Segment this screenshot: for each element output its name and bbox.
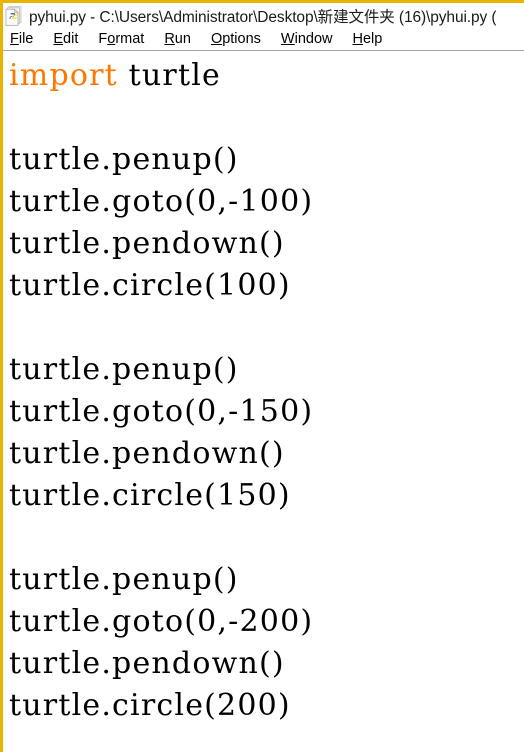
code-text: turtle.pendown() <box>9 226 285 261</box>
code-line: turtle.pendown() <box>9 643 524 685</box>
code-text: turtle.penup() <box>9 562 239 597</box>
menu-item-file[interactable]: File <box>10 32 33 47</box>
code-text: turtle.penup() <box>9 352 239 387</box>
menu-label-post-edit: dit <box>63 31 79 48</box>
python-file-icon <box>5 6 23 26</box>
code-line: turtle.circle(150) <box>9 475 524 517</box>
menu-item-options[interactable]: Options <box>211 32 261 47</box>
menu-label-pre-format: F <box>98 31 108 48</box>
menu-label-post-format: rmat <box>115 31 145 48</box>
menu-label-post-window: indow <box>294 31 333 48</box>
code-text: turtle.circle(100) <box>9 268 291 303</box>
menu-label-post-help: elp <box>362 31 383 48</box>
menu-mnemonic-help: H <box>352 31 363 48</box>
menu-item-run[interactable]: Run <box>164 32 191 47</box>
code-line: turtle.penup() <box>9 349 524 391</box>
menu-mnemonic-window: W <box>280 31 295 48</box>
code-text: turtle.goto(0,-200) <box>9 604 314 639</box>
menu-label-post-run: un <box>174 31 191 48</box>
code-line: turtle.goto(0,-100) <box>9 181 524 223</box>
code-text: turtle <box>117 58 221 93</box>
code-line: import turtle <box>9 55 524 97</box>
menu-item-help[interactable]: Help <box>353 32 383 47</box>
code-line: turtle.goto(0,-200) <box>9 601 524 643</box>
menu-label-post-file: ile <box>18 31 34 48</box>
menu-mnemonic-run: R <box>164 31 175 48</box>
window-title: pyhui.py - C:\Users\Administrator\Deskto… <box>29 9 497 26</box>
menu-item-edit[interactable]: Edit <box>53 32 78 47</box>
code-text: turtle.goto(0,-150) <box>9 394 314 429</box>
menu-mnemonic-edit: E <box>53 31 64 48</box>
code-text: turtle.circle(150) <box>9 478 291 513</box>
code-text: turtle.pendown() <box>9 646 285 681</box>
code-line: turtle.penup() <box>9 559 524 601</box>
idle-editor-window: pyhui.py - C:\Users\Administrator\Deskto… <box>0 0 524 752</box>
code-text: turtle.circle(200) <box>9 688 291 723</box>
code-editor-text-area[interactable]: import turtle turtle.penup() turtle.goto… <box>6 55 524 752</box>
code-text: turtle.pendown() <box>9 436 285 471</box>
menu-mnemonic-options: O <box>210 31 223 48</box>
code-text: turtle.penup() <box>9 142 239 177</box>
code-line: turtle.penup() <box>9 139 524 181</box>
code-line: turtle.goto(0,-150) <box>9 391 524 433</box>
menu-item-window[interactable]: Window <box>281 32 333 47</box>
menu-label-post-options: ptions <box>222 31 261 48</box>
code-line: turtle.circle(100) <box>9 265 524 307</box>
title-bar: pyhui.py - C:\Users\Administrator\Deskto… <box>3 3 524 29</box>
code-line: turtle.pendown() <box>9 433 524 475</box>
code-text: turtle.goto(0,-100) <box>9 184 314 219</box>
code-line: turtle.pendown() <box>9 223 524 265</box>
code-line: turtle.circle(200) <box>9 685 524 727</box>
menu-item-format[interactable]: Format <box>98 32 144 47</box>
menu-bar: File Edit Format Run Options Window Help <box>3 29 524 51</box>
menu-mnemonic-file: F <box>10 31 19 48</box>
code-keyword: import <box>9 58 118 93</box>
